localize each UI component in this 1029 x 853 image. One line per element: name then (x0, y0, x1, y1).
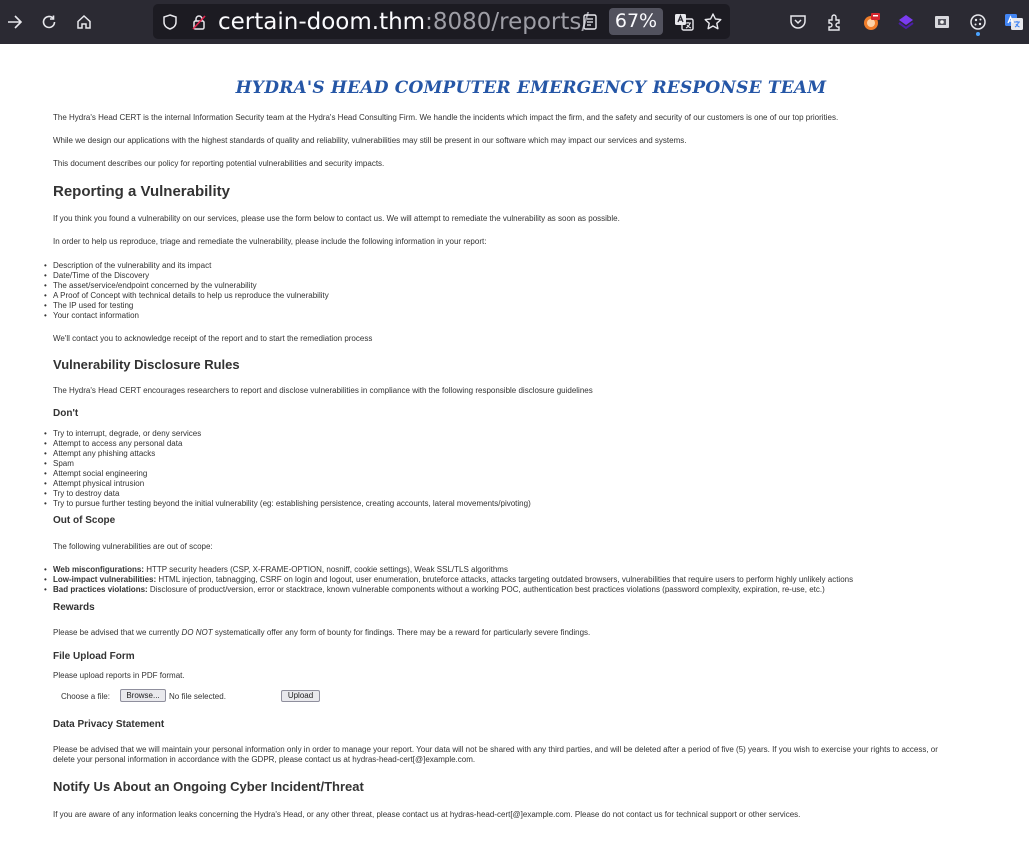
scope-item-label: Bad practices violations: (53, 585, 148, 594)
list-item: The IP used for testing (44, 301, 329, 311)
extension-icon[interactable] (931, 11, 953, 33)
list-item: Description of the vulnerability and its… (44, 261, 329, 271)
address-bar[interactable]: certain-doom.thm:8080/reports/ 67% (153, 4, 730, 39)
out-of-scope-paragraph: The following vulnerabilities are out of… (53, 542, 213, 551)
wappalyzer-extension-icon[interactable] (895, 11, 917, 33)
list-item: Attempt any phishing attacks (44, 449, 531, 459)
list-item: The asset/service/endpoint concerned by … (44, 281, 329, 291)
list-item: Try to pursue further testing beyond the… (44, 499, 531, 509)
list-item: Try to destroy data (44, 489, 531, 499)
reporting-paragraph-2: In order to help us reproduce, triage an… (53, 237, 487, 246)
choose-file-label: Choose a file: (61, 692, 110, 701)
shield-icon[interactable] (161, 13, 179, 31)
rules-paragraph: The Hydra's Head CERT encourages researc… (53, 386, 593, 395)
scope-item-text: HTTP security headers (CSP, X-FRAME-OPTI… (143, 565, 508, 574)
rewards-paragraph: Please be advised that we currently DO N… (53, 628, 590, 637)
list-item: Bad practices violations: Disclosure of … (44, 585, 853, 595)
upload-button[interactable]: Upload (281, 690, 320, 702)
rewards-text-pre: Please be advised that we currently (53, 628, 182, 637)
privacy-line-1: Please be advised that we will maintain … (53, 745, 938, 754)
reporting-paragraph-3: We'll contact you to acknowledge receipt… (53, 334, 373, 343)
cookie-extension-icon[interactable] (967, 11, 989, 33)
reader-view-icon[interactable] (581, 13, 599, 31)
rewards-text-post: systematically offer any form of bounty … (212, 628, 591, 637)
intro-paragraph-1: The Hydra's Head CERT is the internal In… (53, 113, 839, 122)
pocket-icon[interactable] (787, 11, 809, 33)
scope-item-text: HTML injection, tabnagging, CSRF on logi… (156, 575, 854, 584)
translate-icon[interactable] (674, 12, 694, 32)
home-icon[interactable] (69, 7, 99, 37)
rewards-heading: Rewards (53, 602, 95, 613)
reporting-heading: Reporting a Vulnerability (53, 183, 230, 200)
back-arrow-icon[interactable] (0, 7, 30, 37)
file-status: No file selected. (169, 692, 226, 701)
list-item: Web misconfigurations: HTTP security hea… (44, 565, 853, 575)
scope-item-label: Web misconfigurations: (53, 565, 144, 574)
report-page: HYDRA'S HEAD COMPUTER EMERGENCY RESPONSE… (0, 44, 1029, 853)
extensions-icon[interactable] (824, 11, 846, 33)
list-item: Low-impact vulnerabilities: HTML injecti… (44, 575, 853, 585)
upload-paragraph: Please upload reports in PDF format. (53, 671, 185, 680)
browse-button[interactable]: Browse... (120, 689, 166, 702)
intro-paragraph-3: This document describes our policy for r… (53, 159, 385, 168)
out-of-scope-list: Web misconfigurations: HTTP security hea… (44, 565, 853, 595)
list-item: A Proof of Concept with technical detail… (44, 291, 329, 301)
report-info-list: Description of the vulnerability and its… (44, 261, 329, 321)
browser-toolbar: certain-doom.thm:8080/reports/ 67% (0, 0, 1029, 44)
reporting-paragraph-1: If you think you found a vulnerability o… (53, 214, 620, 223)
list-item: Date/Time of the Discovery (44, 271, 329, 281)
list-item: Spam (44, 459, 531, 469)
notification-dot (976, 32, 980, 36)
privacy-line-2: delete your personal information in acco… (53, 755, 476, 764)
url-path: :8080/reports/ (425, 9, 590, 35)
bookmark-star-icon[interactable] (703, 12, 723, 32)
url-host: certain-doom.thm (218, 9, 426, 35)
list-item: Your contact information (44, 311, 329, 321)
upload-heading: File Upload Form (53, 651, 135, 662)
dont-list: Try to interrupt, degrade, or deny servi… (44, 429, 531, 509)
url-text[interactable]: certain-doom.thm:8080/reports/ (218, 7, 589, 37)
out-of-scope-heading: Out of Scope (53, 515, 116, 526)
privacy-heading: Data Privacy Statement (53, 719, 165, 730)
rules-heading: Vulnerability Disclosure Rules (53, 357, 240, 372)
list-item: Attempt physical intrusion (44, 479, 531, 489)
intro-paragraph-2: While we design our applications with th… (53, 136, 687, 145)
burp-extension-icon[interactable] (860, 11, 882, 33)
zoom-level-button[interactable]: 67% (609, 8, 663, 35)
translate-extension-icon[interactable] (1003, 11, 1025, 33)
notify-paragraph: If you are aware of any information leak… (53, 810, 801, 819)
list-item: Attempt to access any personal data (44, 439, 531, 449)
scope-item-text: Disclosure of product/version, error or … (147, 585, 825, 594)
lock-icon[interactable] (190, 13, 208, 31)
list-item: Attempt social engineering (44, 469, 531, 479)
page-title: HYDRA'S HEAD COMPUTER EMERGENCY RESPONSE… (235, 78, 827, 98)
list-item: Try to interrupt, degrade, or deny servi… (44, 429, 531, 439)
reload-icon[interactable] (34, 7, 64, 37)
notify-heading: Notify Us About an Ongoing Cyber Inciden… (53, 779, 364, 794)
scope-item-label: Low-impact vulnerabilities: (53, 575, 157, 584)
dont-heading: Don't (53, 408, 79, 419)
rewards-emphasis: DO NOT (181, 628, 213, 637)
